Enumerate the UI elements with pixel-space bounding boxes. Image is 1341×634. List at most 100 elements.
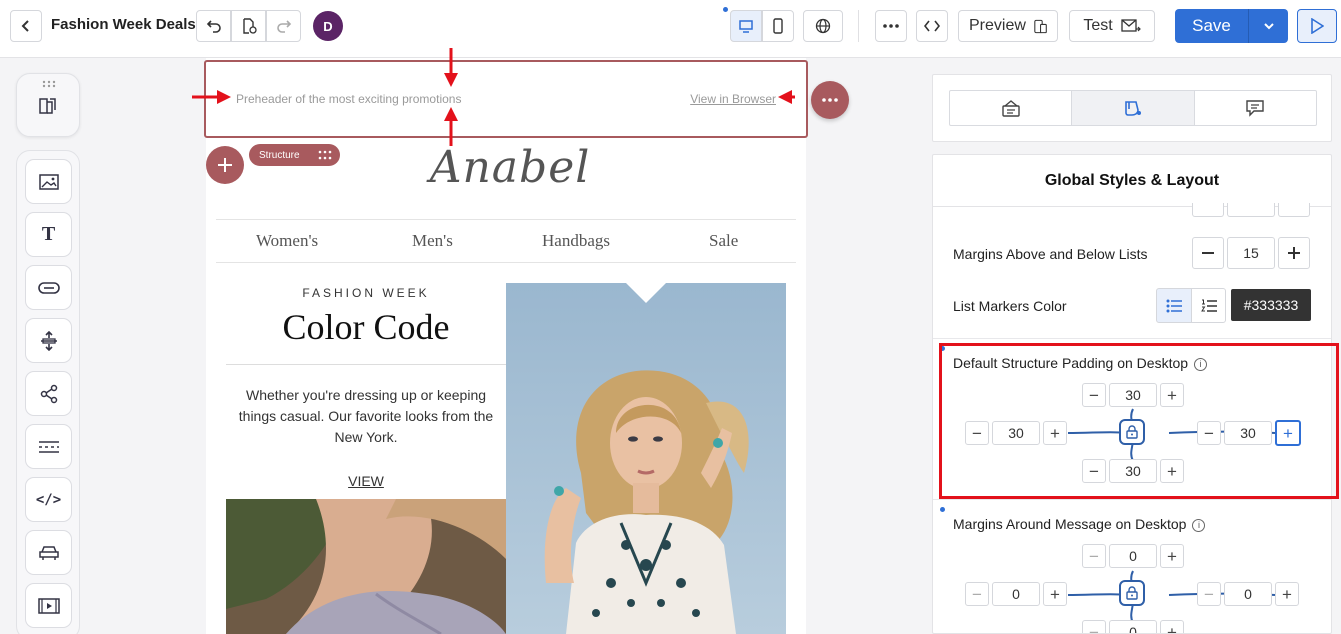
campaign-title: Fashion Week Deals xyxy=(51,16,196,33)
history-button[interactable] xyxy=(231,10,266,42)
margin-right-increment[interactable]: + xyxy=(1275,582,1299,606)
tab-styles[interactable] xyxy=(1072,91,1195,125)
email-menu: Women's Men's Handbags Sale xyxy=(216,219,796,263)
tab-comments[interactable] xyxy=(1195,91,1316,125)
send-button[interactable] xyxy=(1297,9,1337,43)
structure-label: Structure xyxy=(259,149,300,161)
preview-button[interactable]: Preview xyxy=(958,10,1058,42)
panel-title: Global Styles & Layout xyxy=(933,155,1331,207)
add-structure-button[interactable] xyxy=(206,146,244,184)
model-photo-right[interactable] xyxy=(506,283,786,634)
desktop-view-button[interactable] xyxy=(730,10,762,42)
video-tool[interactable] xyxy=(25,583,72,628)
play-icon xyxy=(1311,18,1324,34)
desktop-icon xyxy=(739,20,753,33)
list-margins-label: Margins Above and Below Lists xyxy=(953,246,1148,262)
save-button[interactable]: Save xyxy=(1175,9,1248,43)
tab-content[interactable] xyxy=(950,91,1073,125)
margin-lock-toggle[interactable] xyxy=(1119,580,1145,606)
section-headline[interactable]: Color Code xyxy=(226,306,506,348)
message-margins-label: Margins Around Message on Desktop i xyxy=(953,516,1206,532)
layout-blocks-icon xyxy=(39,98,56,114)
photo-notch xyxy=(626,283,666,303)
list-margins-increment[interactable] xyxy=(1278,237,1310,269)
comment-icon xyxy=(1246,100,1265,117)
partial-value-field[interactable] xyxy=(1227,203,1275,217)
chevron-left-icon xyxy=(21,20,29,32)
more-horizontal-icon xyxy=(822,98,838,102)
drag-grip-icon[interactable] xyxy=(318,150,332,160)
margin-bottom-increment[interactable]: + xyxy=(1160,620,1184,633)
list-markers-color-value[interactable]: #333333 xyxy=(1231,289,1311,321)
lock-icon xyxy=(1126,586,1138,600)
list-margins-decrement[interactable] xyxy=(1192,237,1224,269)
divider-tool[interactable] xyxy=(25,424,72,469)
text-icon: T xyxy=(41,223,56,245)
margin-left-value[interactable]: 0 xyxy=(992,582,1040,606)
structure-label-pill[interactable]: Structure xyxy=(249,144,340,166)
menu-item-sale[interactable]: Sale xyxy=(709,231,738,251)
section-kicker[interactable]: FASHION WEEK xyxy=(226,286,506,300)
menu-tool[interactable] xyxy=(25,530,72,575)
stripes-panel-button[interactable] xyxy=(16,73,80,137)
mobile-view-button[interactable] xyxy=(762,10,794,42)
menu-item-womens[interactable]: Women's xyxy=(256,231,318,251)
save-options-button[interactable] xyxy=(1248,9,1288,43)
button-tool[interactable] xyxy=(25,265,72,310)
section-divider xyxy=(933,499,1331,500)
video-icon xyxy=(37,597,60,614)
drag-grip-icon xyxy=(42,80,56,88)
code-editor-button[interactable] xyxy=(916,10,948,42)
settings-tabs xyxy=(949,90,1317,126)
button-icon xyxy=(37,281,60,294)
model-photo-left[interactable] xyxy=(226,499,506,634)
margin-right-decrement[interactable]: − xyxy=(1197,582,1221,606)
redo-icon xyxy=(276,20,291,33)
list-markers-color-label: List Markers Color xyxy=(953,298,1067,314)
back-button[interactable] xyxy=(10,10,42,42)
preview-label: Preview xyxy=(969,17,1026,34)
bullet-list-icon xyxy=(1166,299,1182,312)
margin-left-decrement[interactable]: − xyxy=(965,582,989,606)
user-avatar[interactable]: D xyxy=(313,11,343,41)
image-icon xyxy=(38,173,59,190)
partial-minus-button[interactable] xyxy=(1192,203,1224,217)
menu-item-mens[interactable]: Men's xyxy=(412,231,453,251)
brand-logo[interactable]: Anabel xyxy=(410,142,610,193)
send-mail-icon xyxy=(1121,19,1141,32)
margin-bottom-value[interactable]: 0 xyxy=(1109,620,1157,633)
menu-item-handbags[interactable]: Handbags xyxy=(542,231,610,251)
mobile-icon xyxy=(773,18,783,34)
partial-plus-button[interactable] xyxy=(1278,203,1310,217)
content-divider xyxy=(226,364,506,365)
image-tool[interactable] xyxy=(25,159,72,204)
margin-bottom-decrement[interactable]: − xyxy=(1082,620,1106,633)
minus-icon xyxy=(1202,252,1214,254)
html-code-icon: </> xyxy=(35,491,62,508)
language-button[interactable] xyxy=(803,10,843,42)
annotation-highlight-box xyxy=(939,343,1339,499)
margin-left-increment[interactable]: + xyxy=(1043,582,1067,606)
divider-icon xyxy=(38,440,59,453)
redo-button[interactable] xyxy=(266,10,301,42)
spacer-tool[interactable] xyxy=(25,318,72,363)
more-options-button[interactable] xyxy=(875,10,907,42)
text-tool[interactable]: T xyxy=(25,212,72,257)
info-icon[interactable]: i xyxy=(1192,519,1206,532)
html-tool[interactable]: </> xyxy=(25,477,72,522)
margin-top-decrement[interactable]: − xyxy=(1082,544,1106,568)
block-settings-button[interactable] xyxy=(811,81,849,119)
view-link[interactable]: VIEW xyxy=(226,473,506,489)
social-tool[interactable] xyxy=(25,371,72,416)
margin-right-value[interactable]: 0 xyxy=(1224,582,1272,606)
test-email-button[interactable]: Test xyxy=(1069,10,1155,42)
toolbar-divider xyxy=(858,10,859,42)
bullet-list-toggle[interactable] xyxy=(1156,288,1192,323)
mail-stack-icon xyxy=(1001,100,1020,117)
margin-top-value[interactable]: 0 xyxy=(1109,544,1157,568)
undo-button[interactable] xyxy=(196,10,231,42)
margin-top-increment[interactable]: + xyxy=(1160,544,1184,568)
section-body-text[interactable]: Whether you're dressing up or keeping th… xyxy=(236,385,496,448)
list-margins-value[interactable]: 15 xyxy=(1227,237,1275,269)
numbered-list-toggle[interactable] xyxy=(1191,288,1226,323)
